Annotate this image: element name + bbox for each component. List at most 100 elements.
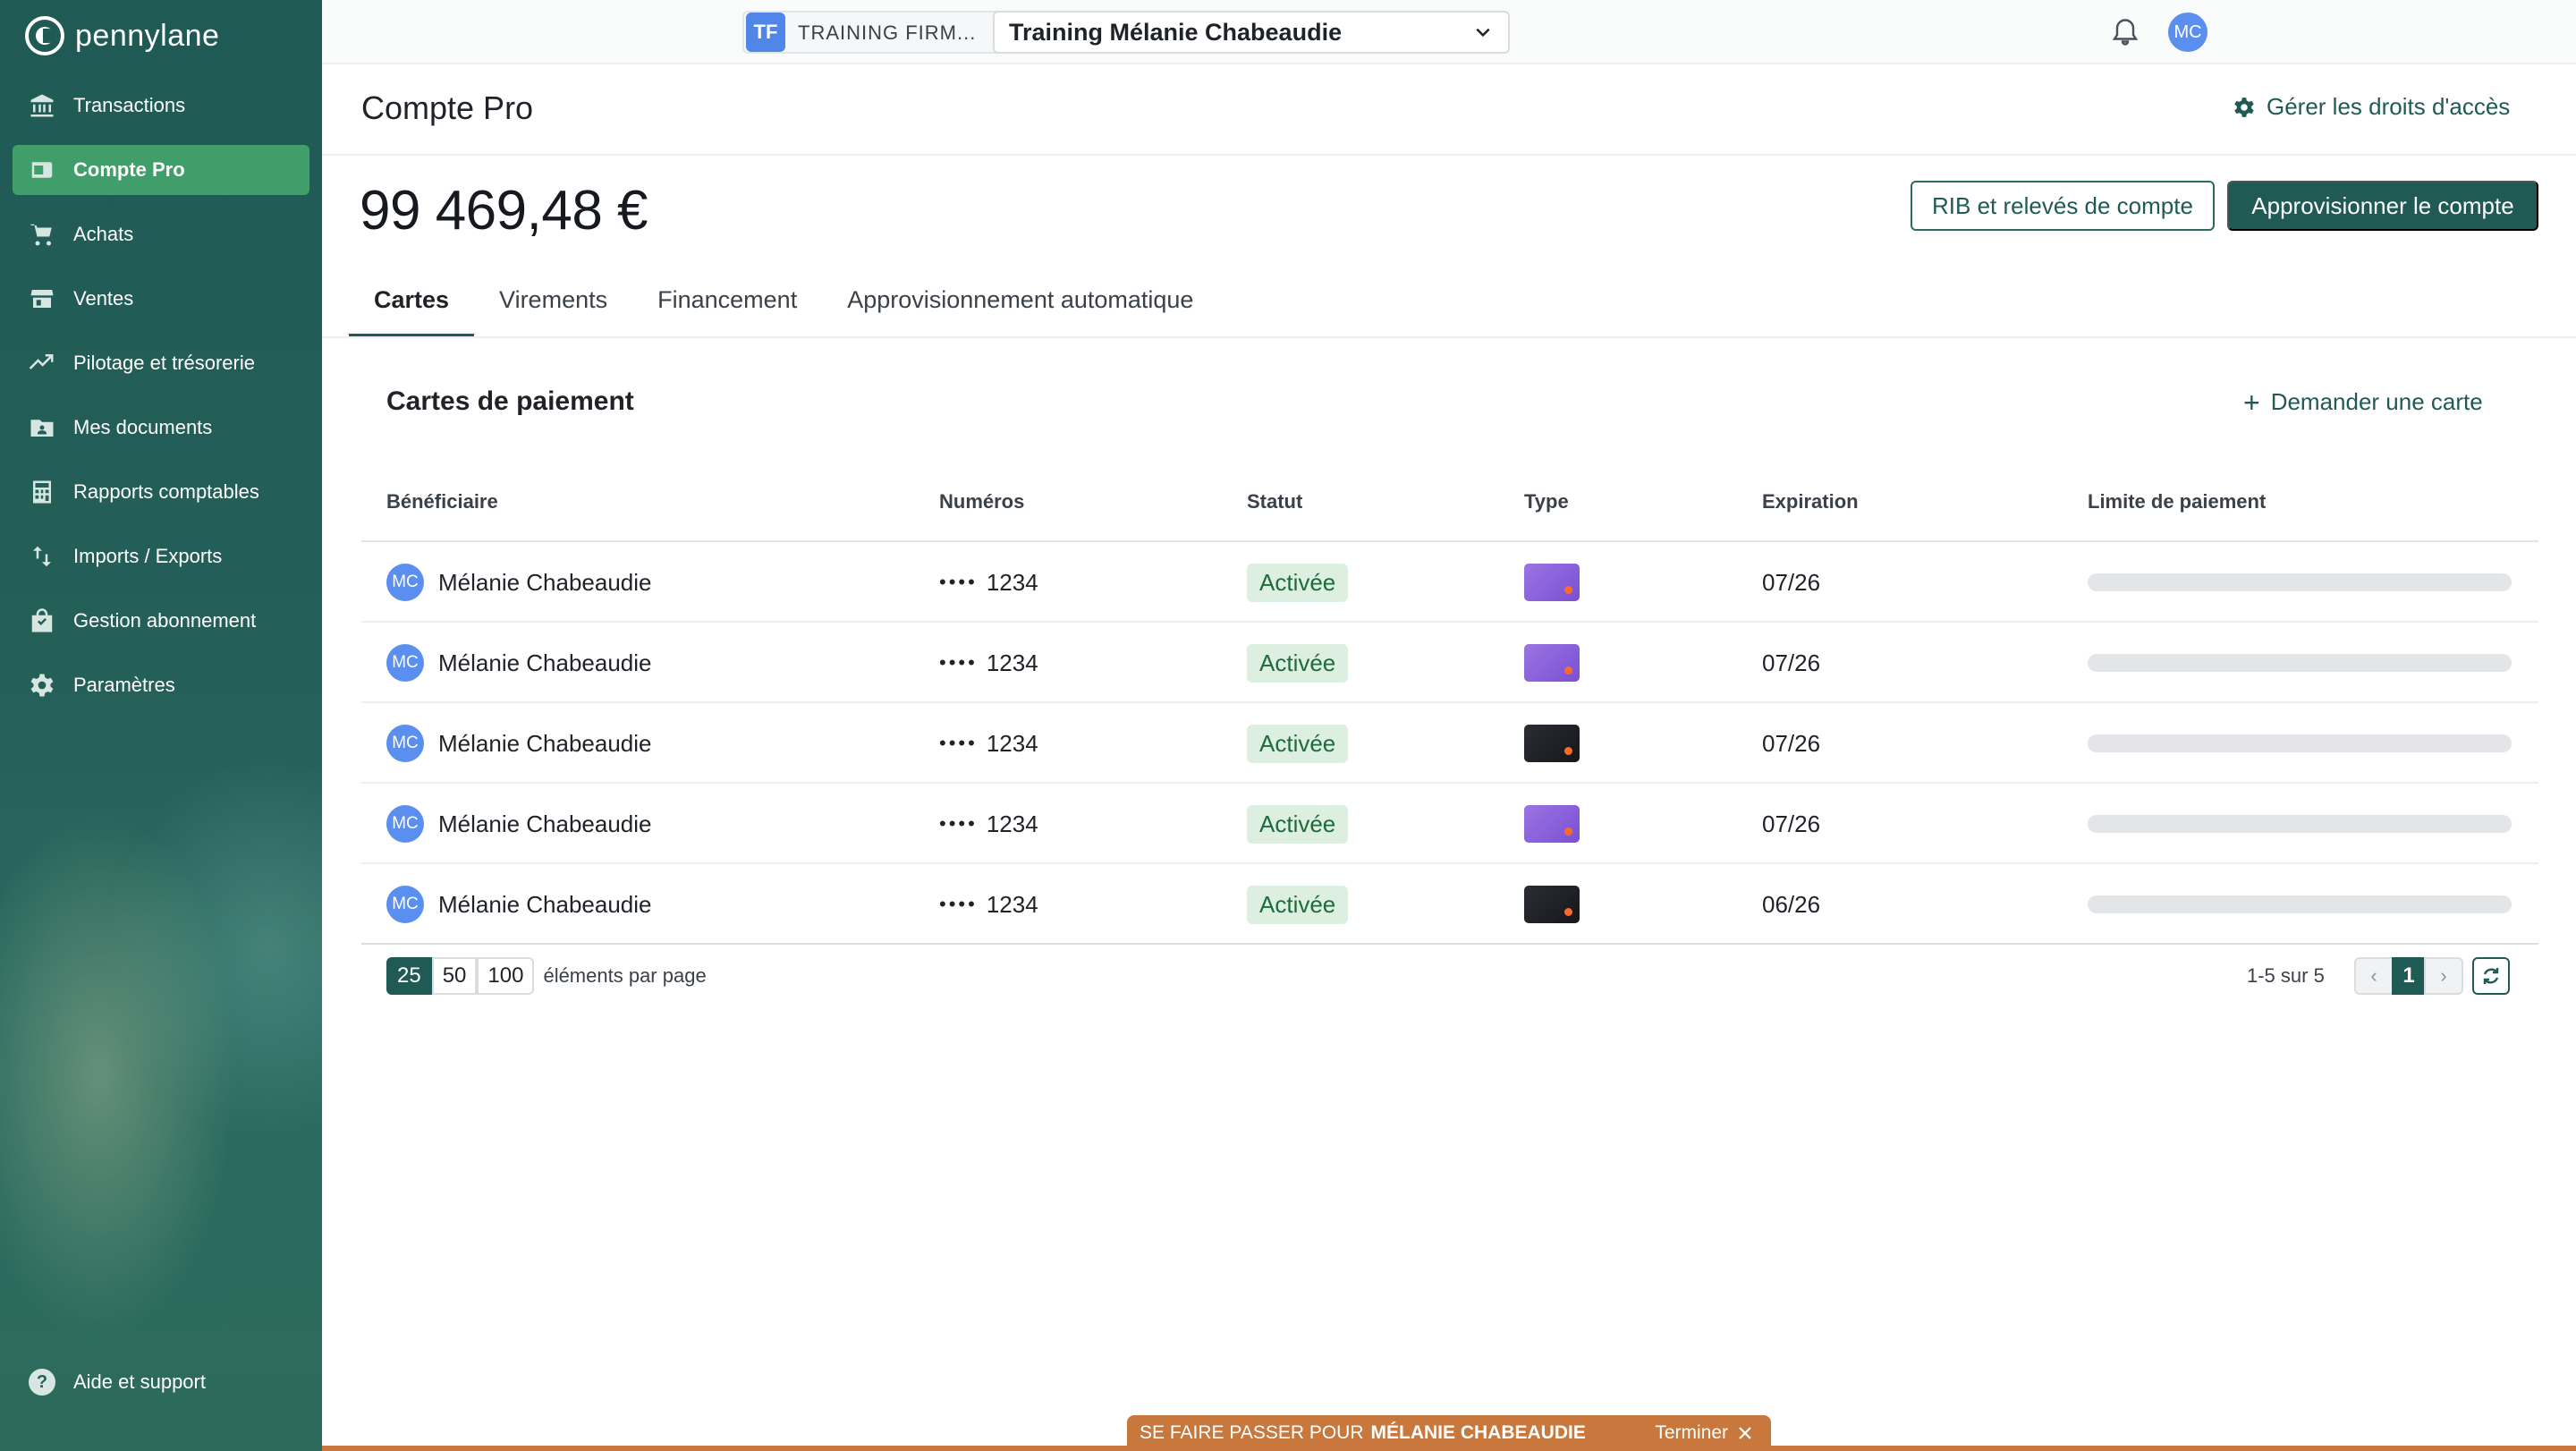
chevron-down-icon [1476, 28, 1490, 38]
manage-access-link[interactable]: Gérer les droits d'accès [2233, 93, 2510, 121]
sidebar-item-pilotage[interactable]: Pilotage et trésorerie [13, 338, 309, 388]
prev-page-button[interactable]: ‹ [2354, 957, 2394, 995]
impersonation-banner: SE FAIRE PASSER POUR MÉLANIE CHABEAUDIE … [1127, 1415, 1771, 1451]
beneficiary-cell: MC Mélanie Chabeaudie [386, 623, 652, 703]
sidebar-item-label: Compte Pro [73, 158, 185, 181]
table-row[interactable]: MC Mélanie Chabeaudie •••• 1234 Activée 07/26 [361, 784, 2538, 864]
fund-account-button[interactable]: Approvisionner le compte [2227, 181, 2538, 231]
sidebar-item-parametres[interactable]: Paramètres [13, 660, 309, 710]
pennylane-logo[interactable]: pennylane [25, 16, 219, 55]
sidebar-item-achats[interactable]: Achats [13, 209, 309, 259]
bank-icon [29, 92, 55, 119]
bell-icon[interactable] [2109, 16, 2141, 48]
close-icon [1739, 1427, 1751, 1439]
beneficiary-name: Mélanie Chabeaudie [438, 568, 652, 596]
expiration-cell: 07/26 [1762, 703, 1820, 784]
expiration-date: 07/26 [1762, 729, 1821, 757]
tab-cartes[interactable]: Cartes [349, 268, 475, 338]
page-size-50[interactable]: 50 [431, 957, 478, 995]
page-size-100[interactable]: 100 [477, 957, 535, 995]
status-cell: Activée [1247, 623, 1349, 703]
sidebar-item-label: Mes documents [73, 416, 213, 438]
plus-icon: + [2243, 386, 2260, 419]
card-type-icon [1524, 886, 1580, 923]
limit-cell [2088, 864, 2512, 945]
tab-financement[interactable]: Financement [632, 268, 822, 338]
manage-access-label: Gérer les droits d'accès [2267, 93, 2511, 120]
sidebar-item-label: Ventes [73, 287, 134, 310]
status-badge: Activée [1247, 563, 1349, 602]
sidebar-item-label: Transactions [73, 94, 186, 116]
masked-dots: •••• [939, 812, 978, 835]
user-avatar[interactable]: MC [2168, 13, 2207, 52]
brand-name: pennylane [75, 18, 220, 53]
sidebar-item-imports-exports[interactable]: Imports / Exports [13, 531, 309, 581]
sidebar-item-abonnement[interactable]: Gestion abonnement [13, 596, 309, 646]
refresh-button[interactable] [2472, 957, 2510, 995]
request-card-label: Demander une carte [2270, 388, 2483, 415]
limit-cell [2088, 784, 2512, 864]
card-last-digits: 1234 [986, 649, 1038, 676]
per-page-label: éléments par page [543, 964, 707, 987]
status-cell: Activée [1247, 864, 1349, 945]
next-page-button[interactable]: › [2424, 957, 2463, 995]
table-row[interactable]: MC Mélanie Chabeaudie •••• 1234 Activée 07/26 [361, 542, 2538, 623]
table-row[interactable]: MC Mélanie Chabeaudie •••• 1234 Activée 07/26 [361, 623, 2538, 703]
payment-limit-placeholder [2088, 654, 2512, 672]
sidebar: pennylane Transactions Compte Pro Achats… [0, 0, 322, 1451]
sidebar-item-documents[interactable]: Mes documents [13, 403, 309, 453]
expiration-date: 07/26 [1762, 810, 1821, 837]
sidebar-item-rapports[interactable]: Rapports comptables [13, 467, 309, 517]
tab-approvisionnement-automatique[interactable]: Approvisionnement automatique [822, 268, 1218, 338]
store-icon [29, 285, 55, 312]
sidebar-item-label: Rapports comptables [73, 480, 259, 503]
firm-name: TRAINING FIRM... [798, 21, 977, 44]
end-impersonation-button[interactable]: Terminer [1655, 1422, 1753, 1444]
sidebar-item-label: Gestion abonnement [73, 609, 257, 632]
status-cell: Activée [1247, 542, 1349, 623]
section-title: Cartes de paiement [386, 386, 634, 416]
payment-limit-placeholder [2088, 734, 2512, 752]
column-header[interactable]: Type [1524, 490, 1569, 513]
limit-cell [2088, 703, 2512, 784]
account-balance: 99 469,48 € [360, 180, 648, 242]
tab-virements[interactable]: Virements [474, 268, 632, 338]
page-size-25[interactable]: 25 [386, 957, 432, 995]
column-header[interactable]: Numéros [939, 490, 1024, 513]
column-header[interactable]: Bénéficiaire [386, 490, 498, 513]
card-last-digits: 1234 [986, 810, 1038, 837]
company-select[interactable]: Training Mélanie Chabeaudie [993, 11, 1510, 54]
end-impersonation-label: Terminer [1655, 1422, 1728, 1443]
type-cell [1524, 623, 1580, 703]
column-header[interactable]: Statut [1247, 490, 1302, 513]
sidebar-item-transactions[interactable]: Transactions [13, 81, 309, 131]
sidebar-item-compte-pro[interactable]: Compte Pro [13, 145, 309, 195]
masked-dots: •••• [939, 732, 978, 754]
table-row[interactable]: MC Mélanie Chabeaudie •••• 1234 Activée 07/26 [361, 703, 2538, 784]
page-size-selector: 25 50 100 éléments par page [386, 957, 707, 995]
help-support-link[interactable]: ? Aide et support [29, 1369, 206, 1396]
chevron-left-icon: ‹ [2370, 964, 2377, 987]
import-export-icon [29, 543, 55, 570]
account-tabs: Cartes Virements Financement Approvision… [349, 268, 1218, 338]
card-type-icon [1524, 805, 1580, 843]
sidebar-item-label: Achats [73, 223, 134, 245]
rib-statements-button[interactable]: RIB et relevés de compte [1911, 181, 2215, 231]
results-range: 1-5 sur 5 [2247, 964, 2325, 987]
table-row[interactable]: MC Mélanie Chabeaudie •••• 1234 Activée 06/26 [361, 864, 2538, 945]
page-number[interactable]: 1 [2392, 957, 2426, 995]
column-header[interactable]: Limite de paiement [2088, 490, 2266, 513]
gear-icon [29, 672, 55, 699]
impersonation-prefix: SE FAIRE PASSER POUR [1140, 1422, 1364, 1443]
cards-table: Bénéficiaire Numéros Statut Type Expirat… [361, 474, 2538, 945]
help-icon: ? [29, 1369, 55, 1396]
beneficiary-name: Mélanie Chabeaudie [438, 810, 652, 837]
help-label: Aide et support [73, 1370, 206, 1393]
request-card-button[interactable]: + Demander une carte [2243, 386, 2483, 419]
beneficiary-cell: MC Mélanie Chabeaudie [386, 784, 652, 864]
sidebar-item-ventes[interactable]: Ventes [13, 274, 309, 324]
cart-icon [29, 221, 55, 248]
column-header[interactable]: Expiration [1762, 490, 1859, 513]
type-cell [1524, 784, 1580, 864]
expiration-cell: 07/26 [1762, 542, 1820, 623]
